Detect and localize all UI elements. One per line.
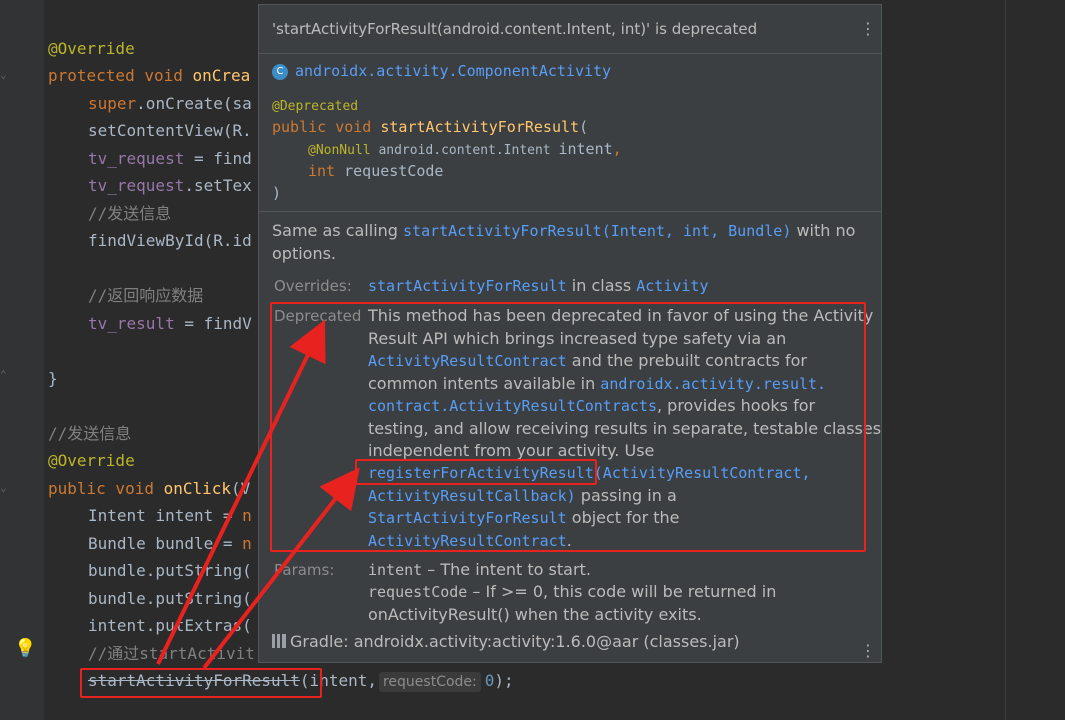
class-icon: C (272, 63, 288, 80)
signature-param: int requestCode (308, 162, 444, 180)
library-icon (272, 634, 286, 648)
code-line: intent.putExtras( (88, 616, 252, 635)
signature-line: public void startActivityForResult( (272, 118, 589, 136)
popup-title: 'startActivityForResult(android.content.… (272, 20, 758, 38)
right-margin-guide (1005, 0, 1006, 720)
code-line: setContentView(R. (88, 121, 252, 140)
code-line: protected void onCrea (48, 66, 251, 85)
more-vertical-icon[interactable]: ⋮ (860, 641, 876, 661)
lightbulb-icon[interactable]: 💡 (14, 638, 36, 660)
signature-annotation: @Deprecated (272, 99, 359, 114)
description-link[interactable]: startActivityForResult(Intent, int, Bund… (403, 222, 791, 240)
popup-header: 'startActivityForResult(android.content.… (259, 5, 881, 54)
annotation-box-register (355, 459, 597, 485)
code-line: Intent intent = n (88, 506, 252, 525)
code-comment: //返回响应数据 (88, 286, 204, 305)
class-link[interactable]: Candroidx.activity.ComponentActivity (272, 62, 611, 82)
signature-section: Candroidx.activity.ComponentActivity @De… (259, 54, 881, 212)
fold-icon[interactable]: ⌄ (0, 481, 10, 494)
code-line: public void onClick(V (48, 479, 251, 498)
code-line: tv_request = find (88, 149, 252, 168)
code-line: tv_result = findV (88, 314, 252, 333)
annotation-box-call (80, 668, 322, 698)
code-line: bundle.putString( (88, 589, 252, 608)
code-line: findViewById(R.id (88, 231, 252, 250)
code-line: tv_request.setTex (88, 176, 252, 195)
signature-param: @NonNull android.content.Intent intent, (308, 140, 622, 158)
description-line: options. (272, 244, 337, 263)
code-line: @Override (48, 451, 135, 470)
code-comment: //发送信息 (48, 424, 132, 443)
annotation-box-deprecated (270, 302, 866, 552)
param-description: intent – The intent to start. (368, 560, 591, 579)
code-line: } (48, 369, 58, 388)
parameter-hint: requestCode: (378, 672, 481, 692)
more-vertical-icon[interactable]: ⋮ (860, 19, 876, 39)
params-label: Params: (274, 561, 335, 579)
description-line: Same as calling startActivityForResult(I… (272, 221, 856, 240)
code-line: bundle.putString( (88, 561, 252, 580)
overrides-method-link[interactable]: startActivityForResult (368, 277, 567, 295)
param-description: onActivityResult() when the activity exi… (368, 605, 702, 624)
editor-gutter[interactable]: ⌄ ⌃ ⌄ (0, 0, 44, 720)
code-line: Bundle bundle = n (88, 534, 252, 553)
code-comment: //发送信息 (88, 204, 172, 223)
signature-close: ) (272, 184, 282, 202)
code-line: super.onCreate(sa (88, 94, 252, 113)
gradle-footer: Gradle: androidx.activity:activity:1.6.0… (272, 632, 740, 651)
param-description: requestCode – If >= 0, this code will be… (368, 582, 777, 601)
fold-icon[interactable]: ⌄ (0, 68, 10, 81)
overrides-class-link[interactable]: Activity (636, 277, 708, 295)
code-comment: //通过startActivit (88, 644, 255, 663)
overrides-value: startActivityForResult in class Activity (368, 276, 709, 295)
code-line: @Override (48, 39, 135, 58)
fold-icon[interactable]: ⌃ (0, 368, 10, 381)
overrides-label: Overrides: (274, 277, 352, 295)
